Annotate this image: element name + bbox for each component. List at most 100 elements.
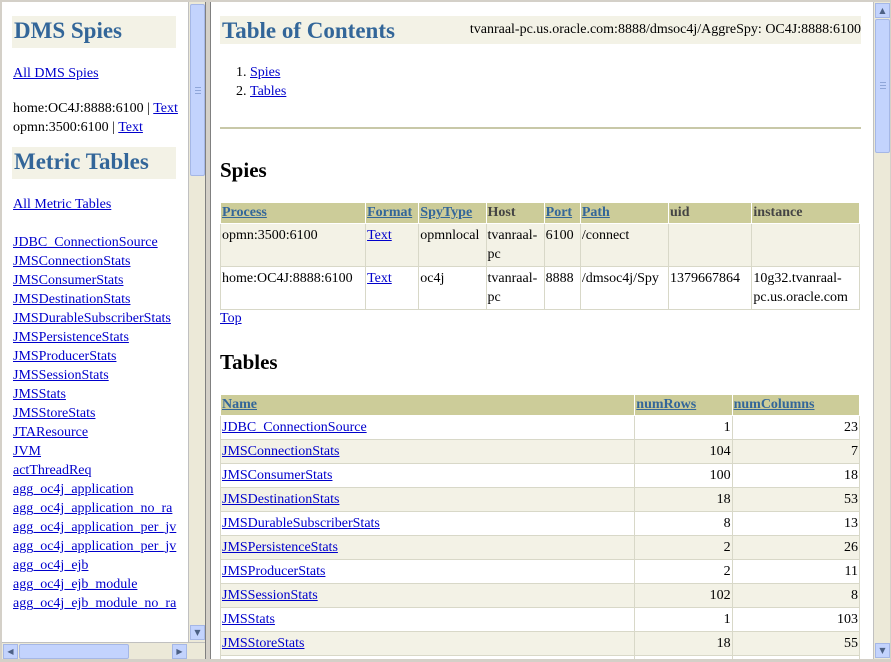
metric-table-link[interactable]: JMSSessionStats bbox=[13, 368, 109, 383]
spy-text-link[interactable]: Text bbox=[153, 101, 178, 116]
table-cell bbox=[751, 223, 860, 267]
column-header[interactable]: Format bbox=[365, 202, 420, 224]
metric-table-link[interactable]: JTAResource bbox=[13, 425, 88, 440]
chevron-right-icon[interactable]: ▶ bbox=[172, 644, 187, 659]
column-header: Host bbox=[485, 202, 545, 224]
chevron-down-icon[interactable]: ▼ bbox=[190, 625, 205, 640]
list-item: agg_oc4j_application_per_jv bbox=[13, 537, 188, 556]
table-cell: tvanraal-pc bbox=[485, 223, 545, 267]
list-item: JDBC_ConnectionSource bbox=[13, 233, 188, 252]
metric-table-link[interactable]: agg_oc4j_application_per_jv bbox=[13, 539, 176, 554]
column-header[interactable]: Path bbox=[579, 202, 670, 224]
column-header[interactable]: numColumns bbox=[731, 394, 861, 416]
metric-table-link[interactable]: JMSProducerStats bbox=[13, 349, 116, 364]
metric-table-link[interactable]: JMSDurableSubscriberStats bbox=[222, 516, 380, 531]
metric-table-link[interactable]: actThreadReq bbox=[13, 463, 92, 478]
toc-link-tables[interactable]: Tables bbox=[250, 84, 286, 99]
cell-value: 7 bbox=[851, 444, 858, 459]
sort-link[interactable]: Name bbox=[222, 397, 257, 412]
left-vscroll-thumb[interactable] bbox=[190, 4, 205, 176]
toc-link-spies[interactable]: Spies bbox=[250, 65, 280, 80]
table-cell: Text bbox=[365, 223, 420, 267]
metric-table-link[interactable]: JVM bbox=[13, 444, 41, 459]
column-header[interactable]: Port bbox=[543, 202, 581, 224]
table-row: JMSSessionStats 102 8 bbox=[219, 583, 861, 608]
metric-table-link[interactable]: JMSProducerStats bbox=[222, 564, 325, 579]
table-row: JDBC_ConnectionSource 1 23 bbox=[219, 415, 861, 440]
metric-table-link[interactable]: JMSConnectionStats bbox=[222, 444, 339, 459]
metric-table-link[interactable]: JMSPersistenceStats bbox=[13, 330, 129, 345]
metric-table-link[interactable]: JDBC_ConnectionSource bbox=[222, 420, 367, 435]
sort-link[interactable]: SpyType bbox=[420, 205, 472, 220]
format-text-link[interactable]: Text bbox=[367, 271, 392, 286]
metric-table-link[interactable]: JMSConnectionStats bbox=[13, 254, 130, 269]
sort-link[interactable]: numRows bbox=[636, 397, 696, 412]
table-cell: JMSSessionStats bbox=[219, 583, 636, 608]
list-item: JMSSessionStats bbox=[13, 366, 188, 385]
sort-link[interactable]: Process bbox=[222, 205, 267, 220]
table-cell: 18 bbox=[634, 487, 733, 512]
column-header[interactable]: Process bbox=[219, 202, 367, 224]
sort-link[interactable]: numColumns bbox=[734, 397, 815, 412]
chevron-down-icon[interactable]: ▼ bbox=[875, 643, 890, 658]
cell-value: 23 bbox=[844, 420, 858, 435]
chevron-up-icon[interactable]: ▲ bbox=[875, 3, 890, 18]
cell-value: 18 bbox=[716, 492, 731, 507]
table-row: home:OC4J:8888:6100 Text oc4j tvanraal-pc 88… bbox=[219, 266, 860, 310]
metric-table-link[interactable]: agg_oc4j_ejb_module_no_ra bbox=[13, 596, 176, 611]
list-item: agg_oc4j_ejb_module bbox=[13, 575, 188, 594]
spy-entry: home:OC4J:8888:6100 | Text bbox=[13, 99, 188, 118]
metric-table-link[interactable]: JMSConsumerStats bbox=[13, 273, 123, 288]
metric-table-link[interactable]: JMSSessionStats bbox=[222, 588, 318, 603]
sort-link[interactable]: Format bbox=[367, 205, 412, 220]
metric-table-link[interactable]: agg_oc4j_application bbox=[13, 482, 134, 497]
metric-table-link[interactable]: agg_oc4j_application_no_ra bbox=[13, 501, 172, 516]
metric-table-link[interactable]: agg_oc4j_application_per_jv bbox=[13, 520, 176, 535]
metric-table-link[interactable]: JDBC_ConnectionSource bbox=[13, 235, 158, 250]
spy-text-link[interactable]: Text bbox=[118, 120, 143, 135]
metric-table-link[interactable]: agg_oc4j_ejb_module bbox=[13, 577, 137, 592]
cell-value: 104 bbox=[709, 444, 731, 459]
table-cell bbox=[668, 223, 753, 267]
column-label: Host bbox=[487, 205, 516, 220]
all-metric-tables-link[interactable]: All Metric Tables bbox=[13, 197, 111, 212]
all-dms-spies-link[interactable]: All DMS Spies bbox=[13, 66, 99, 81]
metric-table-link[interactable]: JMSDestinationStats bbox=[222, 492, 339, 507]
table-row: JMSPersistenceStats 2 26 bbox=[219, 535, 861, 560]
right-vertical-scrollbar[interactable]: ▲ ▼ bbox=[873, 2, 890, 659]
cell-value: 1 bbox=[723, 420, 731, 435]
left-vertical-scrollbar[interactable]: ▼ bbox=[188, 2, 205, 642]
sort-link[interactable]: Port bbox=[546, 205, 572, 220]
column-header: instance bbox=[751, 202, 860, 224]
spy-entry: opmn:3500:6100 | Text bbox=[13, 118, 188, 137]
metric-table-link[interactable]: JMSStoreStats bbox=[222, 636, 304, 651]
list-item: agg_oc4j_application bbox=[13, 480, 188, 499]
format-text-link[interactable]: Text bbox=[367, 228, 392, 243]
right-vscroll-thumb[interactable] bbox=[875, 19, 890, 153]
table-cell: 13 bbox=[731, 511, 861, 536]
left-horizontal-scrollbar[interactable]: ◀ ▶ bbox=[2, 642, 205, 659]
spies-table: Process Format SpyType Host Port Path uid insta… bbox=[219, 202, 860, 310]
column-header[interactable]: SpyType bbox=[418, 202, 487, 224]
sort-link[interactable]: Path bbox=[582, 205, 610, 220]
metric-table-link[interactable]: JMSDestinationStats bbox=[13, 292, 130, 307]
metric-table-link[interactable]: JMSStoreStats bbox=[13, 406, 95, 421]
metric-table-link[interactable]: JMSDurableSubscriberStats bbox=[13, 311, 171, 326]
metric-table-link[interactable]: agg_oc4j_ejb bbox=[13, 558, 88, 573]
tables-heading: Tables bbox=[220, 350, 278, 374]
metric-table-link[interactable]: JMSPersistenceStats bbox=[222, 540, 338, 555]
table-row: JMSStats 1 103 bbox=[219, 607, 861, 632]
list-item: JMSProducerStats bbox=[13, 347, 188, 366]
metric-table-link[interactable]: JMSConsumerStats bbox=[222, 468, 332, 483]
top-link[interactable]: Top bbox=[220, 311, 242, 327]
metric-table-link[interactable]: JMSStats bbox=[222, 612, 275, 627]
table-cell: 18 bbox=[731, 463, 861, 488]
toc-item: Tables bbox=[250, 82, 286, 101]
left-hscroll-thumb[interactable] bbox=[19, 644, 129, 659]
list-item: JMSDurableSubscriberStats bbox=[13, 309, 188, 328]
column-header[interactable]: numRows bbox=[634, 394, 733, 416]
chevron-left-icon[interactable]: ◀ bbox=[3, 644, 18, 659]
column-header[interactable]: Name bbox=[219, 394, 636, 416]
toc-item: Spies bbox=[250, 63, 286, 82]
metric-table-link[interactable]: JMSStats bbox=[13, 387, 66, 402]
